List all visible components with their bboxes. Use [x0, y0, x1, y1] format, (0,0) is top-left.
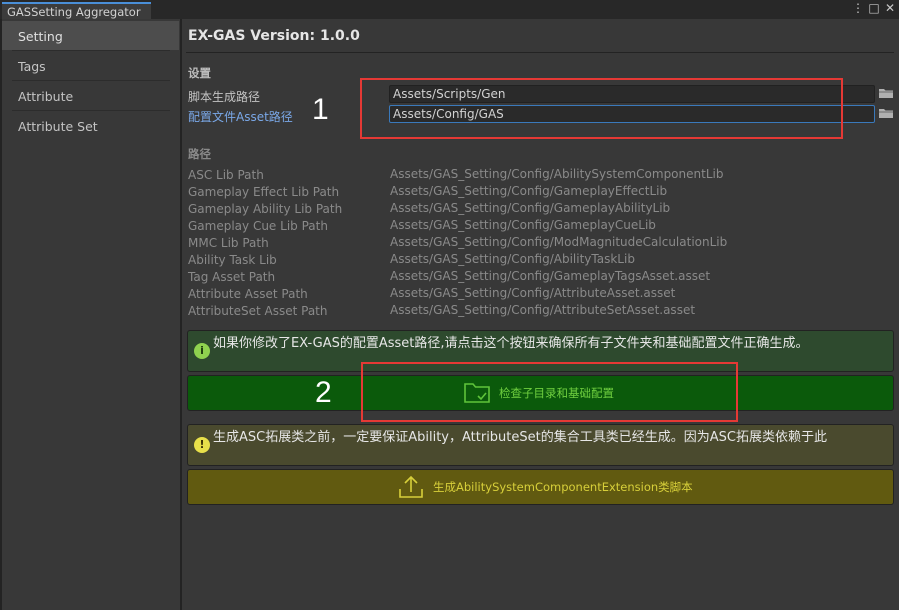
warning-icon: !: [194, 437, 210, 453]
maximize-icon[interactable]: □: [868, 1, 880, 17]
annotation-number-2: 2: [315, 376, 332, 409]
close-icon[interactable]: ✕: [884, 1, 896, 17]
upload-icon: [399, 475, 423, 498]
path-row-value: Assets/GAS_Setting/Config/GameplayCueLib: [390, 218, 656, 232]
info-help-text: 如果你修改了EX-GAS的配置Asset路径,请点击这个按钮来确保所有子文件夹和…: [213, 336, 809, 351]
warning-help-text: 生成ASC拓展类之前，一定要保证Ability，AttributeSet的集合工…: [213, 430, 827, 445]
path-row-label: AttributeSet Asset Path: [188, 304, 328, 318]
path-row-label: Ability Task Lib: [188, 253, 277, 267]
script-gen-path-label: 脚本生成路径: [188, 90, 261, 104]
path-row-label: ASC Lib Path: [188, 168, 264, 182]
warning-help-box: ! 生成ASC拓展类之前，一定要保证Ability，AttributeSet的集…: [187, 424, 894, 466]
title-divider: [186, 52, 894, 53]
sidebar-item-setting[interactable]: Setting: [2, 21, 179, 50]
annotation-box-1: [360, 78, 843, 139]
path-row-value: Assets/GAS_Setting/Config/AttributeAsset…: [390, 286, 676, 300]
path-row-value: Assets/GAS_Setting/Config/GameplayAbilit…: [390, 201, 671, 215]
generate-asc-extension-label: 生成AbilitySystemComponentExtension类脚本: [433, 480, 693, 494]
path-row-value: Assets/GAS_Setting/Config/AbilityTaskLib: [390, 252, 635, 266]
folder-icon[interactable]: [878, 87, 894, 99]
path-row-label: Gameplay Effect Lib Path: [188, 185, 340, 199]
path-row-label: Gameplay Cue Lib Path: [188, 219, 328, 233]
annotation-number-1: 1: [312, 93, 329, 126]
path-row-value: Assets/GAS_Setting/Config/GameplayEffect…: [390, 184, 668, 198]
path-row-value: Assets/GAS_Setting/Config/AttributeSetAs…: [390, 303, 696, 317]
title-bar: GASSetting Aggregator ⋮ □ ✕: [0, 0, 899, 19]
sidebar: Setting Tags Attribute Attribute Set: [2, 19, 179, 610]
path-row-value: Assets/GAS_Setting/Config/ModMagnitudeCa…: [390, 235, 728, 249]
folder-icon[interactable]: [878, 107, 894, 119]
path-row-label: Tag Asset Path: [188, 270, 276, 284]
settings-section-label: 设置: [188, 66, 211, 80]
sidebar-item-attribute[interactable]: Attribute: [2, 81, 179, 110]
window-tab[interactable]: GASSetting Aggregator: [2, 2, 151, 19]
generate-asc-extension-button[interactable]: 生成AbilitySystemComponentExtension类脚本: [187, 469, 894, 505]
info-icon: i: [194, 343, 210, 359]
sidebar-item-tags[interactable]: Tags: [2, 51, 179, 80]
paths-section-label: 路径: [188, 147, 211, 161]
gas-setting-window: GASSetting Aggregator ⋮ □ ✕ Setting Tags…: [0, 0, 899, 610]
config-asset-path-label: 配置文件Asset路径: [188, 110, 293, 124]
path-row-label: MMC Lib Path: [188, 236, 269, 250]
path-row-label: Gameplay Ability Lib Path: [188, 202, 343, 216]
path-row-label: Attribute Asset Path: [188, 287, 308, 301]
sidebar-item-attribute-set[interactable]: Attribute Set: [2, 111, 179, 140]
path-row-value: Assets/GAS_Setting/Config/GameplayTagsAs…: [390, 269, 711, 283]
more-menu-icon[interactable]: ⋮: [852, 1, 864, 17]
path-row-value: Assets/GAS_Setting/Config/AbilitySystemC…: [390, 167, 724, 181]
page-title: EX-GAS Version: 1.0.0: [188, 28, 360, 44]
annotation-box-2: [361, 362, 738, 422]
